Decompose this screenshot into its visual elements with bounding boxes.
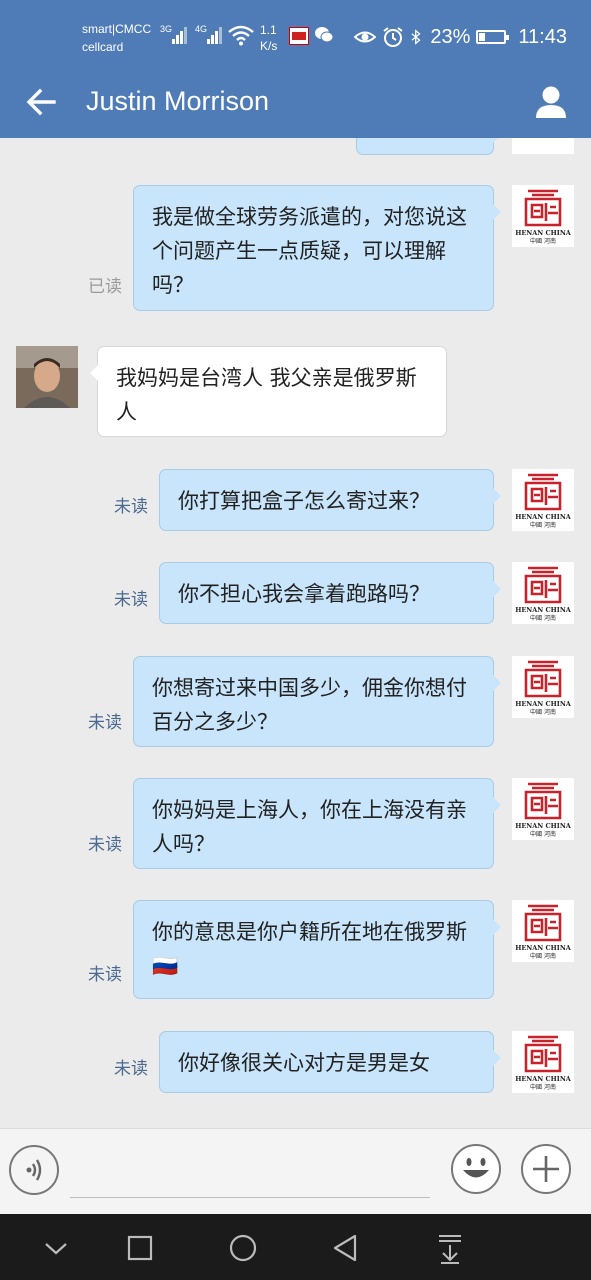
- signal-icon: [207, 26, 225, 44]
- notification-pulldown-icon[interactable]: [430, 1228, 470, 1268]
- henan-china-seal-icon: HENAN CHINA中國 河南: [512, 562, 574, 624]
- battery-percent: 23%: [430, 25, 471, 48]
- network-3g-label: 3G: [160, 24, 173, 34]
- unread-status: 未读: [88, 965, 122, 985]
- svg-text:HENAN CHINA: HENAN CHINA: [515, 822, 572, 830]
- henan-china-seal-icon: HENAN CHINA中國 河南: [512, 1031, 574, 1093]
- henan-china-seal-icon: HENAN CHINA中國 河南: [512, 900, 574, 962]
- message-bubble[interactable]: 你打算把盒子怎么寄过来？: [159, 469, 501, 531]
- emoji-icon[interactable]: [450, 1143, 502, 1195]
- svg-text:HENAN CHINA: HENAN CHINA: [515, 513, 572, 521]
- svg-text:HENAN CHINA: HENAN CHINA: [515, 700, 572, 708]
- contact-name-title: Justin Morrison: [86, 86, 270, 116]
- speed-value: 1.1: [260, 23, 277, 37]
- app-notification-icon: [289, 27, 309, 45]
- henan-china-seal-icon: HENAN CHINA中國 河南: [512, 469, 574, 531]
- bluetooth-icon: [411, 29, 421, 45]
- plus-icon[interactable]: [520, 1143, 572, 1195]
- message-bubble[interactable]: 你想寄过来中国多少，佣金你想付百分之多少？: [133, 656, 501, 747]
- unread-status: 未读: [88, 713, 122, 733]
- message-bubble-partial[interactable]: [356, 138, 501, 155]
- system-nav-bar: [0, 1214, 591, 1280]
- carrier-label: smart|CMCC cellcard: [82, 20, 151, 56]
- self-avatar[interactable]: HENAN CHINA 中國 河南: [512, 656, 574, 718]
- recents-square-icon[interactable]: [120, 1228, 160, 1268]
- network-speed: 1.1 K/s: [260, 22, 277, 54]
- home-circle-icon[interactable]: [223, 1228, 263, 1268]
- voice-icon: [26, 1159, 42, 1181]
- self-avatar[interactable]: HENAN CHINA 中國 河南: [512, 469, 574, 531]
- network-4g-label: 4G: [195, 24, 208, 34]
- henan-china-seal-icon: HENAN CHINA中國 河南: [512, 778, 574, 840]
- message-bubble[interactable]: 我妈妈是台湾人 我父亲是俄罗斯人: [90, 346, 447, 437]
- svg-text:HENAN CHINA: HENAN CHINA: [515, 1075, 572, 1083]
- message-input[interactable]: [70, 1145, 430, 1198]
- svg-text:HENAN CHINA: HENAN CHINA: [515, 606, 572, 614]
- chevron-down-icon[interactable]: [36, 1228, 76, 1268]
- svg-text:中國 河南: 中國 河南: [530, 1083, 556, 1091]
- wechat-icon: [315, 27, 334, 43]
- self-avatar[interactable]: HENAN CHINA 中國 河南: [512, 185, 574, 247]
- voice-input-button[interactable]: [9, 1145, 59, 1195]
- svg-text:中國 河南: 中國 河南: [530, 952, 556, 960]
- svg-text:中國 河南: 中國 河南: [530, 237, 556, 245]
- svg-text:HENAN CHINA: HENAN CHINA: [515, 944, 572, 952]
- eye-icon: [354, 31, 377, 43]
- carrier-line-2: cellcard: [82, 40, 124, 54]
- message-bubble[interactable]: 我是做全球劳务派遣的，对您说这个问题产生一点质疑，可以理解吗？: [133, 185, 501, 311]
- chat-header: Justin Morrison: [0, 72, 591, 138]
- contact-avatar[interactable]: [16, 346, 78, 408]
- svg-text:中國 河南: 中國 河南: [530, 521, 556, 529]
- svg-text:中國 河南: 中國 河南: [530, 830, 556, 838]
- self-avatar[interactable]: [512, 138, 574, 154]
- read-status: 已读: [88, 277, 122, 297]
- message-bubble[interactable]: 你好像很关心对方是男是女: [159, 1031, 501, 1093]
- self-avatar[interactable]: HENAN CHINA 中國 河南: [512, 1031, 574, 1093]
- contact-photo-icon: [16, 346, 78, 408]
- signal-icon: [172, 26, 190, 44]
- unread-status: 未读: [114, 497, 148, 517]
- person-icon[interactable]: [533, 82, 569, 122]
- message-bubble[interactable]: 你妈妈是上海人，你在上海没有亲人吗？: [133, 778, 501, 869]
- unread-status: 未读: [114, 1059, 148, 1079]
- back-arrow-icon[interactable]: [22, 82, 62, 122]
- unread-status: 未读: [88, 835, 122, 855]
- battery-icon: [476, 30, 510, 44]
- message-list[interactable]: 已读 我是做全球劳务派遣的，对您说这个问题产生一点质疑，可以理解吗？ HENAN…: [0, 138, 591, 1128]
- self-avatar[interactable]: HENAN CHINA 中國 河南: [512, 900, 574, 962]
- svg-text:中國 河南: 中國 河南: [530, 614, 556, 622]
- input-bar: [0, 1128, 591, 1215]
- clock: 11:43: [518, 25, 567, 48]
- wifi-icon: [228, 25, 254, 46]
- alarm-icon: [383, 27, 403, 47]
- status-bar: smart|CMCC cellcard 3G 4G 1.1 K/s 23% 11…: [0, 0, 591, 72]
- henan-china-seal-icon: HENAN CHINA中國 河南: [512, 185, 574, 247]
- henan-china-seal-icon: HENAN CHINA中國 河南: [512, 656, 574, 718]
- back-triangle-icon[interactable]: [326, 1228, 366, 1268]
- svg-text:中國 河南: 中國 河南: [530, 708, 556, 716]
- message-bubble[interactable]: 你的意思是你户籍所在地在俄罗斯🇷🇺: [133, 900, 501, 999]
- status-right: 23% 11:43: [354, 24, 567, 50]
- unread-status: 未读: [114, 590, 148, 610]
- message-bubble[interactable]: 你不担心我会拿着跑路吗？: [159, 562, 501, 624]
- speed-unit: K/s: [260, 39, 278, 53]
- self-avatar[interactable]: HENAN CHINA 中國 河南: [512, 778, 574, 840]
- svg-text:HENAN CHINA: HENAN CHINA: [515, 229, 572, 237]
- carrier-line-1: smart|CMCC: [82, 22, 152, 36]
- self-avatar[interactable]: HENAN CHINA 中國 河南: [512, 562, 574, 624]
